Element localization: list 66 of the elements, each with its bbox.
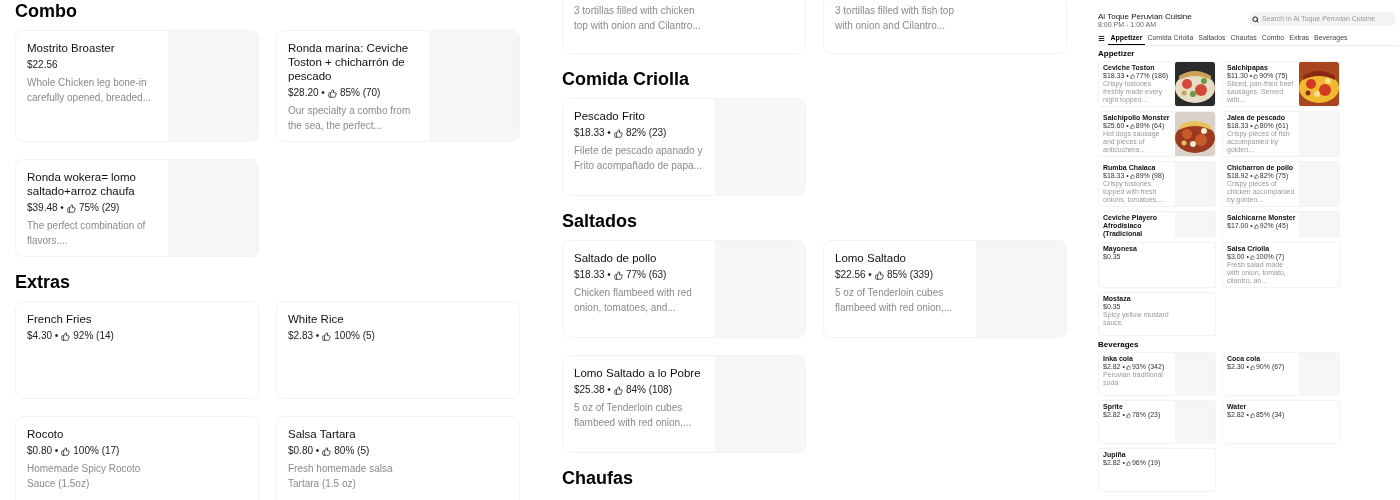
item-rating: 85% (70) (339, 86, 381, 100)
menu-item-card[interactable]: Saltado de pollo $18.33 • 77% (63) Chicken flambeed with red onion, tomatoes, and... (562, 240, 806, 338)
menu-item-card[interactable]: Ronda marina: Ceviche Toston + chicharrón de pescado $28.20 • 85% (70) Our specialty a combo from the sea, the perfect... (276, 30, 520, 142)
item-description: 5 oz of Tenderloin cubes flambeed with red onion,... (835, 286, 954, 315)
item-price: $0.80 • (288, 444, 320, 458)
item-price: $2.83 • (288, 329, 320, 343)
item-rating: 85% (339) (886, 268, 933, 282)
item-name: Salsa Tartara (288, 427, 357, 441)
section-heading: Appetizer (1098, 49, 1136, 59)
item-name: Rocoto (27, 427, 65, 441)
menu-item-card[interactable]: 3 tortillas filled with chicken top with onion and Cilantro... (562, 0, 806, 54)
item-description: Filete de pescado apanado y Frito acompañado de papa... (574, 144, 704, 173)
item-name: White Rice (288, 312, 345, 326)
item-name: Lomo Saltado (835, 251, 907, 265)
section-heading: Beverages (1098, 340, 1140, 350)
item-description: Homemade Spicy Rocoto Sauce (1.5oz) (27, 462, 142, 491)
item-rating: 100% (5) (334, 329, 375, 343)
item-description: Whole Chicken leg bone-in carefully opened, breaded... (27, 76, 152, 105)
item-price: $4.30 • (27, 329, 59, 343)
item-name: Ronda wokera= lomo saltado+arroz chaufa (27, 170, 137, 198)
menu-icon[interactable] (1098, 35, 1105, 42)
item-description: 3 tortillas filled with chicken top with onion and Cilantro... (574, 4, 702, 33)
menu-item-card[interactable]: Pescado Frito $18.33 • 82% (23) Filete de pescado apanado y Frito acompañado de papa... (562, 98, 806, 196)
item-rating: 82% (23) (625, 126, 667, 140)
menu-item-card[interactable]: Mostrito Broaster $22.56 Whole Chicken leg bone-in carefully opened, breaded... (15, 30, 259, 142)
item-description: Chicken flambeed with red onion, tomatoes, and... (574, 286, 693, 315)
item-name: French Fries (27, 312, 93, 326)
item-price: $22.56 • (835, 268, 872, 282)
menu-item-card[interactable]: French Fries $4.30 • 92% (14) (15, 301, 259, 399)
section-heading: Comida Criolla (562, 68, 691, 90)
section-heading: Saltados (562, 210, 639, 232)
item-description: 5 oz of Tenderloin cubes flambeed with red onion,... (574, 401, 693, 430)
item-price: $18.33 • (574, 268, 611, 282)
item-rating: 100% (17) (73, 444, 120, 458)
item-price: $18.33 • (574, 126, 611, 140)
item-description: Fresh homemade salsa Tartara (1.5 oz) (288, 462, 394, 491)
item-price: $28.20 • (288, 86, 325, 100)
item-rating: 77% (63) (625, 268, 667, 282)
menu-item-card[interactable]: Lomo Saltado a lo Pobre $25.38 • 84% (108) 5 oz of Tenderloin cubes flambeed with red onion,... (562, 355, 806, 453)
item-description: The perfect combination of flavors.... (27, 219, 147, 248)
menu-item-card[interactable]: Lomo Saltado $22.56 • 85% (339) 5 oz of Tenderloin cubes flambeed with red onion,... (823, 240, 1067, 338)
section-heading: Combo (15, 0, 78, 22)
item-rating: 92% (14) (73, 329, 114, 343)
menu-item-card[interactable]: Rocoto $0.80 • 100% (17) Homemade Spicy Rocoto Sauce (1.5oz) (15, 416, 259, 500)
section-heading: Extras (15, 271, 72, 293)
search-icon (1252, 15, 1259, 23)
menu-item-card[interactable]: Ronda wokera= lomo saltado+arroz chaufa $39.48 • 75% (29) The perfect combination of flavors.... (15, 159, 259, 257)
item-name: Ronda marina: Ceviche Toston + chicharrón de pescado (288, 41, 410, 83)
item-description: Our specialty a combo from the sea, the perfect... (288, 104, 412, 133)
item-price: $39.48 • (27, 201, 64, 215)
item-name: Saltado de pollo (574, 251, 658, 265)
menu-item-card[interactable]: Salsa Tartara $0.80 • 80% (5) Fresh homemade salsa Tartara (1.5 oz) (276, 416, 520, 500)
section-heading: Chaufas (562, 467, 634, 489)
item-price: $25.38 • (574, 383, 611, 397)
store-name: Al Toque Peruvian Cuisine (1098, 12, 1192, 21)
menu-item-card[interactable]: White Rice $2.83 • 100% (5) (276, 301, 520, 399)
item-price: $22.56 (27, 58, 58, 72)
item-name: Mostrito Broaster (27, 41, 116, 55)
item-price: $0.80 • (27, 444, 59, 458)
item-name: Pescado Frito (574, 109, 646, 123)
item-name: Lomo Saltado a lo Pobre (574, 366, 702, 380)
item-rating: 84% (108) (625, 383, 672, 397)
item-rating: 75% (29) (78, 201, 120, 215)
item-rating: 80% (5) (334, 444, 370, 458)
item-description: 3 tortillas filled with fish top with onion and Cilantro... (835, 4, 955, 33)
menu-item-card[interactable]: 3 tortillas filled with fish top with onion and Cilantro... (823, 0, 1067, 54)
